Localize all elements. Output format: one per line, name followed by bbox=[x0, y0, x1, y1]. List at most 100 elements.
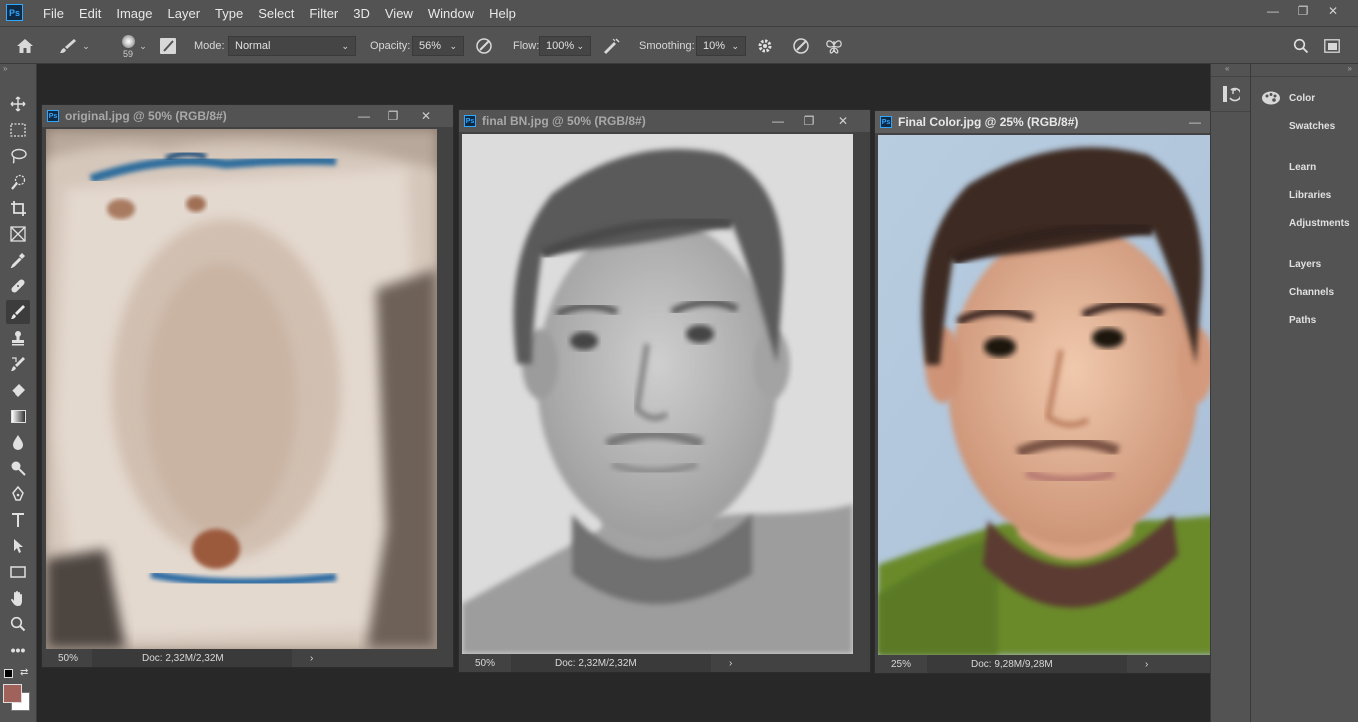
frame-tool[interactable] bbox=[6, 222, 30, 246]
foreground-color-swatch[interactable] bbox=[3, 684, 22, 703]
flow-field[interactable]: 100% ⌄ bbox=[539, 36, 591, 56]
menu-edit[interactable]: Edit bbox=[79, 6, 101, 21]
dodge-tool[interactable] bbox=[6, 456, 30, 480]
menu-view[interactable]: View bbox=[385, 6, 413, 21]
clone-stamp-tool[interactable] bbox=[6, 326, 30, 350]
healing-tool[interactable] bbox=[6, 274, 30, 298]
menu-image[interactable]: Image bbox=[116, 6, 152, 21]
lasso-tool[interactable] bbox=[6, 144, 30, 168]
canvas-image-final-bn[interactable] bbox=[462, 134, 853, 654]
zoom-icon bbox=[10, 616, 26, 632]
vertical-scrollbar[interactable] bbox=[439, 129, 453, 649]
brush-tool[interactable] bbox=[6, 300, 30, 324]
menu-help[interactable]: Help bbox=[489, 6, 516, 21]
eraser-tool[interactable] bbox=[6, 378, 30, 402]
menu-file[interactable]: File bbox=[43, 6, 64, 21]
mode-value: Normal bbox=[235, 40, 271, 52]
history-panel-button[interactable] bbox=[1211, 76, 1251, 112]
panel-tab-layers[interactable]: Layers bbox=[1289, 259, 1321, 270]
pen-icon bbox=[12, 486, 24, 501]
restore-button[interactable]: ❐ bbox=[793, 114, 825, 128]
hand-tool[interactable] bbox=[6, 586, 30, 610]
type-icon bbox=[12, 513, 24, 527]
tool-preset-picker[interactable]: ⌄ bbox=[54, 27, 94, 65]
opacity-label: Opacity: bbox=[370, 40, 411, 52]
panel-tab-paths[interactable]: Paths bbox=[1289, 315, 1316, 326]
rectangle-tool[interactable] bbox=[6, 560, 30, 584]
collapse-icon[interactable]: « bbox=[1225, 64, 1229, 73]
minimize-button[interactable]: — bbox=[1180, 115, 1210, 129]
zoom-level[interactable]: 50% bbox=[459, 658, 503, 669]
zoom-level[interactable]: 25% bbox=[875, 659, 919, 670]
close-button[interactable]: ✕ bbox=[408, 109, 444, 123]
menu-window[interactable]: Window bbox=[428, 6, 474, 21]
menu-type[interactable]: Type bbox=[215, 6, 243, 21]
panel-tab-libraries[interactable]: Libraries bbox=[1289, 190, 1331, 201]
zoom-tool[interactable] bbox=[6, 612, 30, 636]
status-arrow-icon[interactable]: › bbox=[729, 658, 732, 669]
home-button[interactable] bbox=[14, 27, 36, 65]
bw-portrait bbox=[462, 134, 853, 654]
restore-button[interactable]: ❐ bbox=[1288, 4, 1318, 18]
swap-colors-icon[interactable]: ⇄ bbox=[20, 667, 28, 678]
restore-button[interactable]: ❐ bbox=[378, 109, 408, 123]
minimize-button[interactable]: — bbox=[1258, 4, 1288, 18]
airbrush-button[interactable] bbox=[600, 27, 622, 65]
zoom-level[interactable]: 50% bbox=[42, 653, 86, 664]
search-icon bbox=[1293, 38, 1309, 54]
quick-select-tool[interactable] bbox=[6, 170, 30, 194]
collapse-icon[interactable]: » bbox=[0, 64, 36, 74]
type-tool[interactable] bbox=[6, 508, 30, 532]
panel-tab-adjustments[interactable]: Adjustments bbox=[1289, 218, 1350, 229]
gradient-tool[interactable] bbox=[6, 404, 30, 428]
default-colors-icon[interactable] bbox=[4, 669, 13, 678]
pressure-opacity-button[interactable] bbox=[474, 27, 494, 65]
status-bar: 50% Doc: 2,32M/2,32M › bbox=[459, 654, 870, 672]
opacity-field[interactable]: 56% ⌄ bbox=[412, 36, 464, 56]
symmetry-button[interactable] bbox=[823, 27, 845, 65]
close-button[interactable]: ✕ bbox=[1318, 4, 1348, 18]
eyedropper-tool[interactable] bbox=[6, 248, 30, 272]
doc-window-controls: — ❐ ✕ bbox=[763, 110, 861, 132]
brush-icon bbox=[60, 39, 77, 53]
palette-icon bbox=[1262, 91, 1280, 105]
smoothing-field[interactable]: 10% ⌄ bbox=[696, 36, 746, 56]
menu-select[interactable]: Select bbox=[258, 6, 294, 21]
status-arrow-icon[interactable]: › bbox=[1145, 659, 1148, 670]
more-icon[interactable]: ••• bbox=[6, 638, 30, 662]
workspace-button[interactable] bbox=[1322, 27, 1342, 65]
search-button[interactable] bbox=[1291, 27, 1311, 65]
pen-tool[interactable] bbox=[6, 482, 30, 506]
blur-tool[interactable] bbox=[6, 430, 30, 454]
panel-tab-learn[interactable]: Learn bbox=[1289, 162, 1316, 173]
smoothing-options-button[interactable] bbox=[755, 27, 775, 65]
crop-tool[interactable] bbox=[6, 196, 30, 220]
brush-settings-toggle[interactable] bbox=[158, 27, 178, 65]
menu-filter[interactable]: Filter bbox=[309, 6, 338, 21]
marquee-tool[interactable] bbox=[6, 118, 30, 142]
minimize-button[interactable]: — bbox=[350, 109, 378, 123]
panel-tab-channels[interactable]: Channels bbox=[1289, 287, 1334, 298]
menu-layer[interactable]: Layer bbox=[168, 6, 201, 21]
pressure-size-icon bbox=[793, 38, 809, 54]
crop-icon bbox=[10, 200, 26, 216]
panel-tab-swatches[interactable]: Swatches bbox=[1289, 121, 1335, 132]
pressure-size-button[interactable] bbox=[790, 27, 812, 65]
history-brush-icon bbox=[11, 357, 25, 371]
panel-tab-color[interactable]: Color bbox=[1289, 93, 1315, 104]
history-brush-tool[interactable] bbox=[6, 352, 30, 376]
canvas-image-original[interactable] bbox=[46, 129, 437, 649]
blur-icon bbox=[13, 435, 23, 450]
collapse-icon[interactable]: » bbox=[1348, 64, 1352, 73]
status-arrow-icon[interactable]: › bbox=[310, 653, 313, 664]
move-tool[interactable] bbox=[6, 92, 30, 116]
path-selection-tool[interactable] bbox=[6, 534, 30, 558]
ps-doc-icon: Ps bbox=[464, 115, 476, 127]
minimize-button[interactable]: — bbox=[763, 114, 793, 128]
menu-3d[interactable]: 3D bbox=[353, 6, 370, 21]
quick-select-icon bbox=[10, 174, 25, 190]
airbrush-icon bbox=[604, 38, 620, 54]
mode-select[interactable]: Normal ⌄ bbox=[228, 36, 356, 56]
close-button[interactable]: ✕ bbox=[825, 114, 861, 128]
status-bar: 50% Doc: 2,32M/2,32M › bbox=[42, 649, 453, 667]
